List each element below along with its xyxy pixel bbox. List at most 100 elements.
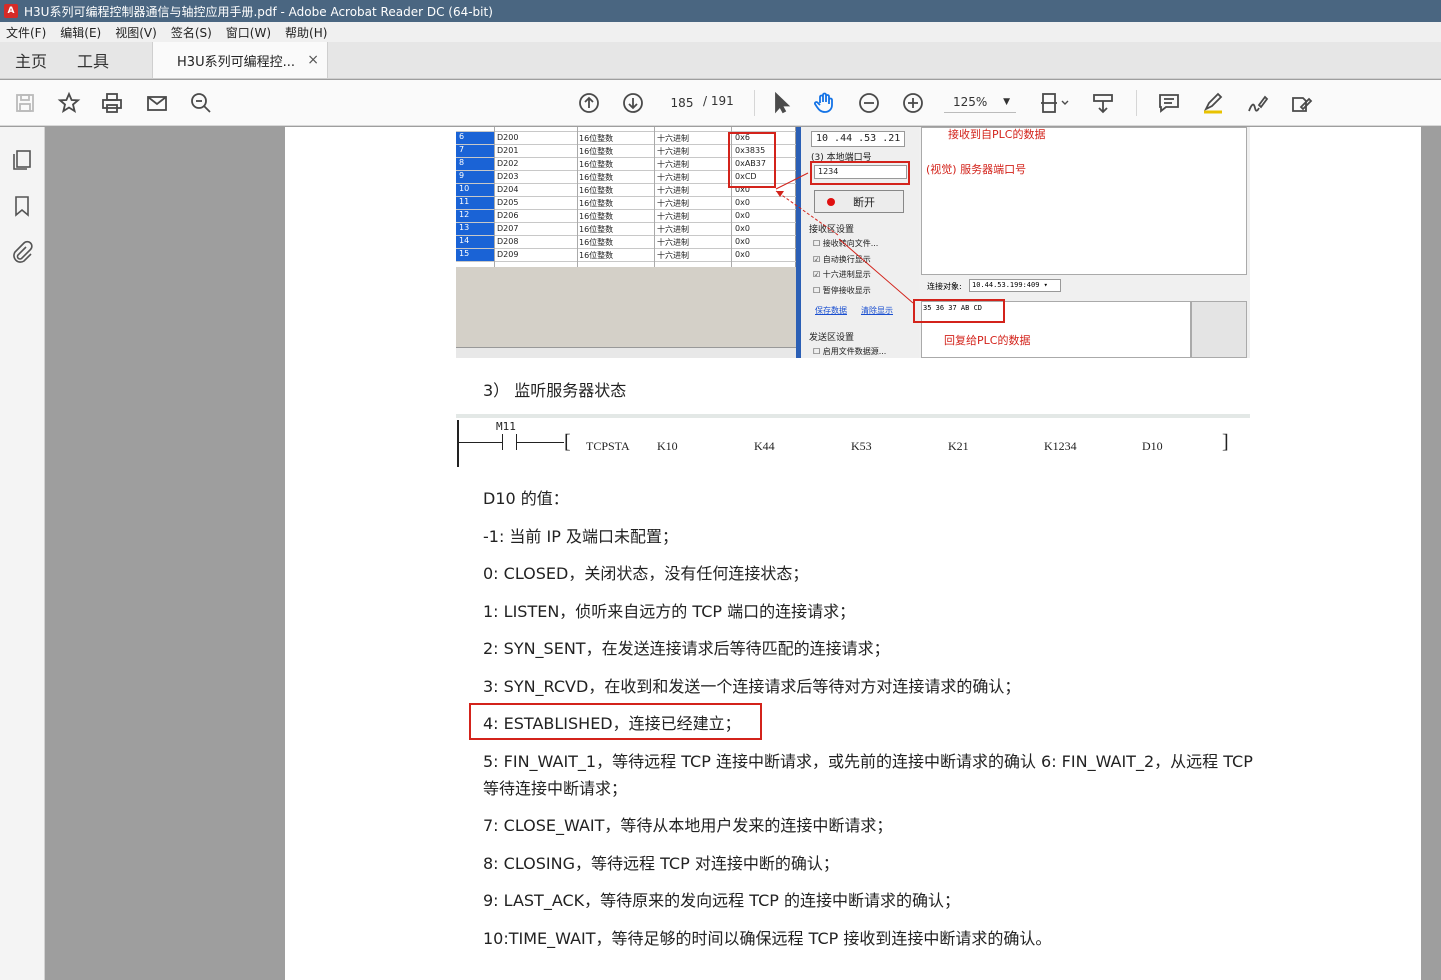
hex-display-option: ☑ 十六进制显示: [813, 270, 871, 279]
instruction-operand: K44: [754, 439, 775, 453]
menu-sign[interactable]: 签名(S): [171, 24, 212, 41]
text-line: D10 的值：: [483, 489, 569, 508]
instruction-operand: K10: [657, 439, 678, 453]
send-data-highlight-box: [913, 299, 1005, 323]
print-icon[interactable]: [99, 90, 125, 116]
pause-recv-option: ☐ 暂停接收显示: [813, 286, 871, 295]
annotation-reply: 回复给PLC的数据: [944, 334, 1031, 347]
tab-tools[interactable]: 工具: [62, 42, 124, 78]
send-settings-label: 发送区设置: [809, 333, 855, 343]
text-line: 3: SYN_RCVD，在收到和发送一个连接请求后等待对方对连接请求的确认；: [483, 677, 1021, 696]
toolbar-divider: [754, 90, 755, 116]
document-viewport[interactable]: 6 D200 16位整数 十六进制 0x6 7 D201 16位整数 十六进制 0x3835 8…: [46, 127, 1441, 980]
left-power-rail: [457, 420, 459, 467]
tab-home[interactable]: 主页: [0, 42, 62, 78]
tab-document[interactable]: H3U系列可编程控... ×: [152, 42, 329, 78]
find-icon[interactable]: [188, 90, 214, 116]
text-line: -1: 当前 IP 及端口未配置；: [483, 527, 678, 546]
zoom-in-icon[interactable]: [900, 90, 926, 116]
page-total: / 191: [703, 94, 734, 108]
ip-address-field: 10 .44 .53 .21: [811, 131, 905, 147]
menu-window[interactable]: 窗口(W): [226, 24, 271, 41]
fill-sign-icon[interactable]: [1288, 90, 1314, 116]
ladder-diagram: M11 [ TCPSTA K10 K44 K53 K21 K1234 D10 ]: [456, 414, 1250, 467]
zoom-out-icon[interactable]: [856, 90, 882, 116]
text-line: 9: LAST_ACK，等待原来的发向远程 TCP 的连接中断请求的确认；: [483, 891, 960, 910]
window-title: H3U系列可编程控制器通信与轴控应用手册.pdf - Adobe Acrobat…: [24, 4, 493, 19]
toolbar: 185 / 191 125% ▼: [0, 80, 1441, 126]
text-line: 8: CLOSING，等待远程 TCP 对连接中断的确认；: [483, 854, 839, 873]
scroll-mode-icon[interactable]: [1090, 90, 1116, 116]
auto-newline-option: ☑ 自动换行显示: [813, 255, 871, 264]
tab-bar: 主页 工具 H3U系列可编程控... ×: [0, 42, 1441, 79]
status-dot-icon: [827, 197, 835, 206]
section-heading: 3） 监听服务器状态: [483, 381, 627, 400]
save-icon[interactable]: [12, 90, 38, 116]
left-nav-panel: [0, 127, 45, 980]
text-line: 等待连接中断请求；: [483, 779, 628, 798]
highlight-pen-icon[interactable]: [1200, 90, 1226, 116]
table-row: 12 D206 16位整数 十六进制 0x0: [456, 210, 796, 223]
instruction-operand: K53: [851, 439, 872, 453]
clear-display-link: 清除显示: [861, 306, 893, 315]
menu-view[interactable]: 视图(V): [115, 24, 157, 41]
port-highlight-box: [810, 161, 910, 185]
menu-edit[interactable]: 编辑(E): [60, 24, 101, 41]
title-bar: A H3U系列可编程控制器通信与轴控应用手册.pdf - Adobe Acrob…: [0, 0, 1441, 22]
menu-bar: 文件(F) 编辑(E) 视图(V) 签名(S) 窗口(W) 帮助(H): [0, 22, 1441, 42]
table-row: 14 D208 16位整数 十六进制 0x0: [456, 236, 796, 249]
instruction-operand: K21: [948, 439, 969, 453]
comment-icon[interactable]: [1156, 90, 1182, 116]
menu-file[interactable]: 文件(F): [6, 24, 46, 41]
tab-document-label: H3U系列可编程控...: [177, 54, 295, 70]
text-line: 1: LISTEN，侦听来自远方的 TCP 端口的连接请求；: [483, 602, 856, 621]
established-highlight-box: [469, 703, 762, 740]
acrobat-app-icon: A: [4, 4, 18, 18]
next-page-icon[interactable]: [620, 90, 646, 116]
recv-settings-label: 接收区设置: [809, 225, 855, 235]
connection-target-select: 10.44.53.199:409 ▾: [969, 279, 1061, 292]
instruction-close-bracket: ]: [1222, 431, 1229, 453]
select-tool-icon[interactable]: [768, 90, 794, 116]
instruction-open-bracket: [: [564, 431, 571, 453]
chevron-down-icon: ▼: [1003, 97, 1010, 107]
zoom-level-value: 125%: [953, 95, 988, 109]
previous-page-icon[interactable]: [576, 90, 602, 116]
save-data-link: 保存数据: [815, 306, 847, 315]
close-tab-icon[interactable]: ×: [307, 52, 319, 68]
table-empty-area: [456, 267, 796, 347]
toolbar-divider: [1136, 90, 1137, 116]
text-line: 10:TIME_WAIT，等待足够的时间以确保远程 TCP 接收到连接中断请求的…: [483, 929, 1052, 948]
recv-to-file-option: ☐ 接收转向文件...: [813, 239, 879, 248]
annotation-received: 接收到自PLC的数据: [948, 128, 1046, 141]
menu-help[interactable]: 帮助(H): [285, 24, 327, 41]
sign-icon[interactable]: [1244, 90, 1270, 116]
values-highlight-box: [728, 132, 776, 188]
page-thumbnails-icon[interactable]: [10, 148, 34, 172]
hand-tool-icon[interactable]: [811, 90, 837, 116]
text-line: 5: FIN_WAIT_1，等待远程 TCP 连接中断请求，或先前的连接中断请求…: [483, 752, 1253, 771]
text-line: 7: CLOSE_WAIT，等待从本地用户发来的连接中断请求；: [483, 816, 893, 835]
zoom-level-select[interactable]: 125% ▼: [944, 91, 1016, 113]
table-row: 15 D209 16位整数 十六进制 0x0: [456, 249, 796, 262]
text-line: 0: CLOSED，关闭状态，没有任何连接状态；: [483, 564, 809, 583]
page-number-input[interactable]: 185: [664, 91, 700, 113]
text-line: 2: SYN_SENT，在发送连接请求后等待匹配的连接请求；: [483, 639, 890, 658]
network-settings-panel: 10 .44 .53 .21 (3) 本地端口号 1234 断开 接收区设置 ☐…: [801, 127, 919, 358]
receive-display-area: 接收到自PLC的数据 (视觉) 服务器端口号: [921, 127, 1247, 275]
enable-file-option: ☐ 启用文件数据源...: [813, 347, 887, 356]
sheet-tabs-strip: [456, 347, 796, 358]
instruction-name: TCPSTA: [586, 439, 630, 453]
page-display-icon[interactable]: [1036, 90, 1072, 116]
embedded-screenshot-figure: 6 D200 16位整数 十六进制 0x6 7 D201 16位整数 十六进制 0x3835 8…: [456, 127, 1250, 358]
email-icon[interactable]: [144, 90, 170, 116]
connection-target-label: 连接对象:: [927, 282, 962, 291]
disconnect-button: 断开: [814, 190, 904, 213]
instruction-operand: D10: [1142, 439, 1163, 453]
table-row: 11 D205 16位整数 十六进制 0x0: [456, 197, 796, 210]
bookmark-star-icon[interactable]: [56, 90, 82, 116]
annotation-server-port: (视觉) 服务器端口号: [926, 163, 1027, 176]
attachments-icon[interactable]: [10, 240, 34, 264]
bookmarks-icon[interactable]: [10, 194, 34, 218]
instruction-operand: K1234: [1044, 439, 1077, 453]
